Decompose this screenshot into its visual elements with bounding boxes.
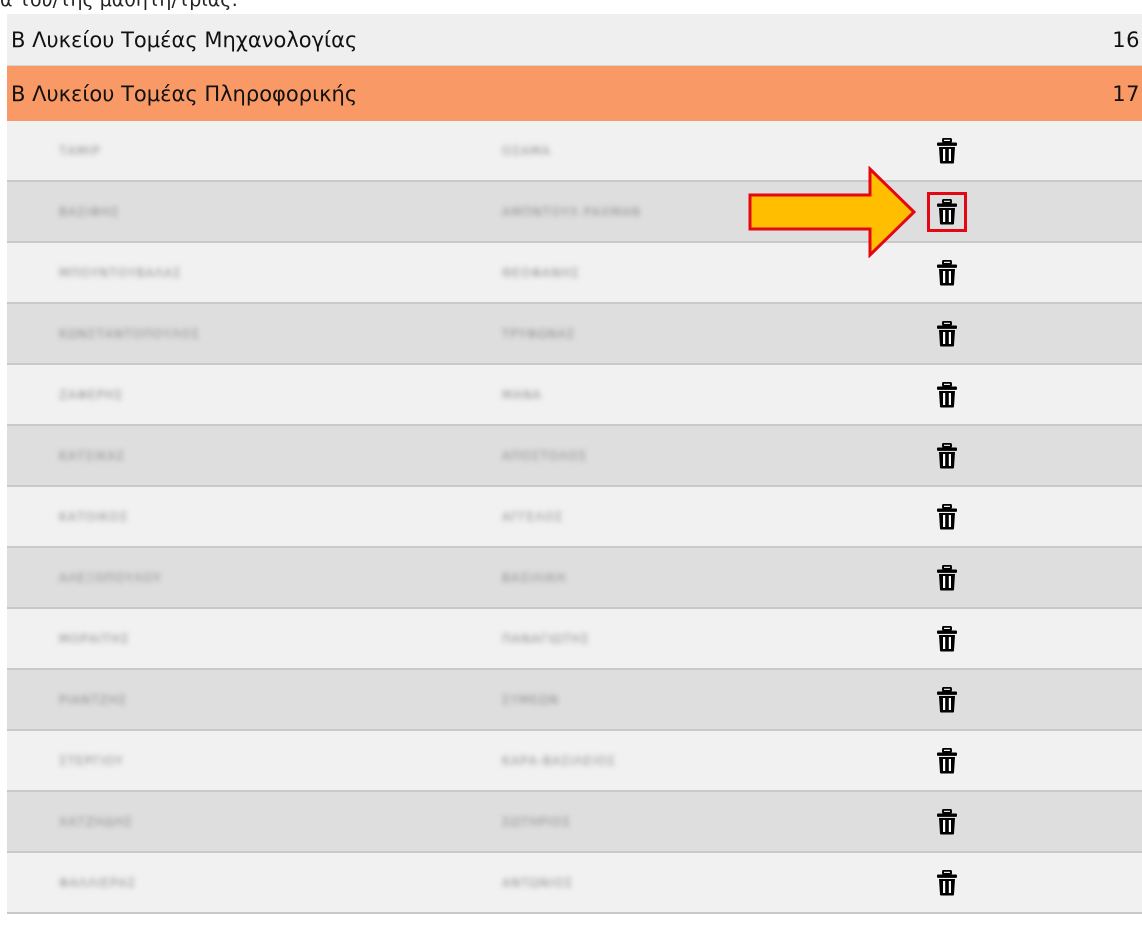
student-surname: ΚΑΤΣΙΚΑΣ (59, 448, 126, 463)
delete-student-button[interactable] (931, 806, 963, 838)
student-surname: ΜΟΡΑΙΤΗΣ (59, 631, 130, 646)
trash-icon (936, 564, 958, 591)
table-row: ΖΑΦΕΡΗΣ ΜΑΝΑ (7, 365, 1142, 426)
student-firstname: ΠΑΝΑΓΙΩΤΗΣ (502, 631, 590, 646)
trash-icon (936, 442, 958, 469)
delete-student-button[interactable] (931, 562, 963, 594)
group-row-informatics[interactable]: Β Λυκείου Τομέας Πληροφορικής 17 (7, 66, 1142, 121)
table-row: ΡΙΑΝΤΖΗΣ ΣΥΜΕΩΝ (7, 670, 1142, 731)
student-firstname: ΘΕΟΦΑΝΗΣ (502, 265, 580, 280)
student-firstname: ΜΑΝΑ (502, 387, 542, 402)
group-row-mechanical[interactable]: Β Λυκείου Τομέας Μηχανολογίας 16 (7, 14, 1142, 66)
student-surname: ΑΛΕΞΟΠΟΥΛΟΥ (59, 570, 162, 585)
delete-student-button[interactable] (931, 257, 963, 289)
delete-student-button[interactable] (931, 501, 963, 533)
group-count: 16 (1112, 27, 1140, 52)
delete-student-button[interactable] (927, 191, 967, 232)
table-row: ΚΑΤΟΙΚΟΣ ΑΓΓΕΛΟΣ (7, 487, 1142, 548)
student-surname: ΣΤΕΡΓΙΟΥ (59, 753, 124, 768)
student-firstname: ΑΜΠΝΤΟΥΛ ΡΑΧΜΑΝ (502, 204, 641, 219)
delete-student-button[interactable] (931, 867, 963, 899)
table-row: ΣΤΕΡΓΙΟΥ ΚΑΡΑ-ΒΑΣΙΛΕΙΟΣ (7, 731, 1142, 792)
student-firstname: ΣΥΜΕΩΝ (502, 692, 559, 707)
trash-icon (936, 808, 958, 835)
table-row: ΒΑΣΙΦΗΣ ΑΜΠΝΤΟΥΛ ΡΑΧΜΑΝ (7, 182, 1142, 243)
table-row: ΜΠΟΥΝΤΟΥΒΑΛΑΣ ΘΕΟΦΑΝΗΣ (7, 243, 1142, 304)
student-firstname: ΑΓΓΕΛΟΣ (502, 509, 564, 524)
trash-icon (936, 381, 958, 408)
table-row: ΚΩΝΣΤΑΝΤΟΠΟΥΛΟΣ ΤΡΥΦΩΝΑΣ (7, 304, 1142, 365)
header-text-fragment: α του/της μαθητή/τριας: (0, 0, 238, 11)
delete-student-button[interactable] (931, 379, 963, 411)
delete-student-button[interactable] (931, 623, 963, 655)
trash-icon (936, 869, 958, 896)
student-firstname: ΑΝΤΩΝΙΟΣ (502, 875, 574, 890)
table-row: ΧΑΤΖΗΔΗΣ ΣΩΤΗΡΙΟΣ (7, 792, 1142, 853)
delete-student-button[interactable] (931, 135, 963, 167)
student-firstname: ΤΡΥΦΩΝΑΣ (502, 326, 576, 341)
student-surname: ΒΑΣΙΦΗΣ (59, 204, 120, 219)
student-firstname: ΚΑΡΑ-ΒΑΣΙΛΕΙΟΣ (502, 753, 616, 768)
group-label: Β Λυκείου Τομέας Πληροφορικής (11, 81, 358, 106)
student-firstname: ΣΩΤΗΡΙΟΣ (502, 814, 571, 829)
table-row: ΑΛΕΞΟΠΟΥΛΟΥ ΒΑΣΙΛΙΚΗ (7, 548, 1142, 609)
student-surname: ΦΑΛΛΙΕΡΑΣ (59, 875, 137, 890)
trash-icon (936, 686, 958, 713)
trash-icon (936, 503, 958, 530)
table-row: ΤΑΜΙΡ ΟΣΑΜΑ (7, 121, 1142, 182)
table-row: ΚΑΤΣΙΚΑΣ ΑΠΟΣΤΟΛΟΣ (7, 426, 1142, 487)
student-surname: ΖΑΦΕΡΗΣ (59, 387, 124, 402)
delete-student-button[interactable] (931, 684, 963, 716)
trash-icon (936, 625, 958, 652)
student-surname: ΚΩΝΣΤΑΝΤΟΠΟΥΛΟΣ (59, 326, 200, 341)
student-firstname: ΑΠΟΣΤΟΛΟΣ (502, 448, 588, 463)
delete-student-button[interactable] (931, 318, 963, 350)
group-label: Β Λυκείου Τομέας Μηχανολογίας (11, 27, 358, 52)
student-list: ΤΑΜΙΡ ΟΣΑΜΑ ΒΑΣΙΦΗΣ ΑΜΠΝΤΟΥΛ ΡΑΧΜΑΝ ΜΠΟΥΝΤΟΥ… (7, 121, 1142, 914)
group-count: 17 (1112, 81, 1140, 106)
student-firstname: ΒΑΣΙΛΙΚΗ (502, 570, 567, 585)
student-surname: ΤΑΜΙΡ (59, 143, 101, 158)
trash-icon (936, 137, 958, 164)
trash-icon (936, 259, 958, 286)
table-row: ΦΑΛΛΙΕΡΑΣ ΑΝΤΩΝΙΟΣ (7, 853, 1142, 914)
trash-icon (936, 747, 958, 774)
student-surname: ΡΙΑΝΤΖΗΣ (59, 692, 128, 707)
table-row: ΜΟΡΑΙΤΗΣ ΠΑΝΑΓΙΩΤΗΣ (7, 609, 1142, 670)
trash-icon (936, 320, 958, 347)
student-surname: ΜΠΟΥΝΤΟΥΒΑΛΑΣ (59, 265, 182, 280)
student-surname: ΚΑΤΟΙΚΟΣ (59, 509, 129, 524)
student-surname: ΧΑΤΖΗΔΗΣ (59, 814, 133, 829)
trash-icon (936, 198, 958, 225)
delete-student-button[interactable] (931, 745, 963, 777)
delete-student-button[interactable] (931, 440, 963, 472)
student-firstname: ΟΣΑΜΑ (502, 143, 551, 158)
